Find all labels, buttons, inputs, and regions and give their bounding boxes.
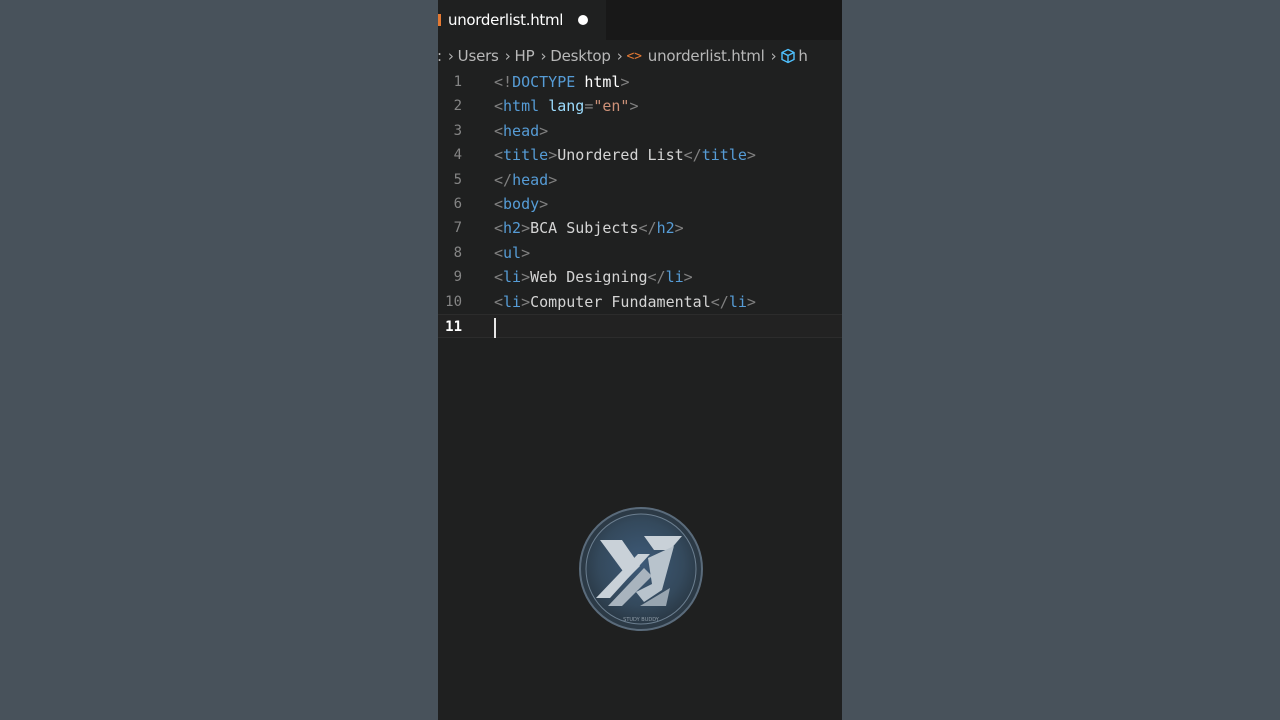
breadcrumb-item-desktop[interactable]: Desktop [550, 47, 611, 65]
chevron-right-icon: › [504, 47, 511, 65]
breadcrumb-item-symbol[interactable]: h [798, 47, 808, 65]
current-line-number: 11 [445, 319, 462, 335]
code-text: <body> [494, 195, 549, 213]
breadcrumb: : › Users › HP › Desktop › <> unorderlis… [438, 44, 842, 68]
code-line[interactable]: 8 <ul> [438, 241, 842, 265]
left-backdrop [0, 0, 438, 720]
code-line[interactable]: 1 <!DOCTYPE html> [438, 70, 842, 94]
chevron-right-icon: › [616, 47, 623, 65]
line-number: 1 [453, 74, 462, 90]
editor-tab-bar: unorderlist.html [438, 0, 842, 40]
code-text: </head> [494, 170, 558, 189]
text-cursor [494, 318, 496, 338]
file-modified-marker [438, 14, 441, 26]
code-text: <ul> [494, 243, 531, 262]
code-line[interactable]: 5 </head> [438, 168, 842, 192]
tab-unorderlist-html[interactable]: unorderlist.html [438, 0, 606, 40]
code-line[interactable]: 4 <title>Unordered List</title> [438, 143, 842, 167]
line-number: 9 [453, 269, 462, 286]
code-text: <li>Computer Fundamental</li> [494, 292, 756, 311]
code-text: <li>Web Designing</li> [494, 268, 693, 287]
current-code-line[interactable]: 11 [438, 314, 842, 338]
breadcrumb-item-file[interactable]: unorderlist.html [648, 47, 765, 65]
line-number: 3 [453, 122, 462, 139]
breadcrumb-item-users[interactable]: Users [458, 47, 499, 65]
chevron-right-icon: › [540, 47, 547, 65]
line-number: 10 [445, 293, 462, 310]
chevron-right-icon: › [770, 47, 777, 65]
code-text: <h2>BCA Subjects</h2> [494, 219, 684, 238]
study-buddy-logo: STUDY BUDDY [579, 507, 703, 631]
code-text: <title>Unordered List</title> [494, 146, 756, 165]
line-number: 7 [453, 220, 462, 237]
code-line[interactable]: 6 <body> [438, 192, 842, 216]
line-number: 5 [453, 171, 462, 188]
breadcrumb-item-hp[interactable]: HP [515, 47, 535, 65]
chevron-right-icon: › [447, 47, 454, 65]
code-line[interactable]: 3 <head> [438, 119, 842, 143]
code-text: <html lang="en"> [494, 97, 639, 116]
code-line[interactable]: 7 <h2>BCA Subjects</h2> [438, 216, 842, 240]
unsaved-dot-icon[interactable] [578, 15, 588, 25]
tab-filename: unorderlist.html [448, 11, 564, 29]
code-text: <!DOCTYPE html> [494, 73, 630, 91]
symbol-cube-icon [781, 48, 796, 64]
code-text: <head> [494, 121, 549, 140]
right-backdrop [842, 0, 1280, 720]
code-line[interactable]: 10 <li>Computer Fundamental</li> [438, 290, 842, 314]
line-number: 2 [453, 98, 462, 115]
breadcrumb-overflow[interactable]: : [438, 47, 442, 65]
line-number: 8 [453, 244, 462, 261]
svg-text:STUDY BUDDY: STUDY BUDDY [623, 617, 660, 623]
html-file-icon: <> [626, 48, 642, 64]
code-line[interactable]: 2 <html lang="en"> [438, 94, 842, 118]
line-number: 6 [453, 196, 462, 212]
code-line[interactable]: 9 <li>Web Designing</li> [438, 265, 842, 289]
line-number: 4 [453, 147, 462, 164]
